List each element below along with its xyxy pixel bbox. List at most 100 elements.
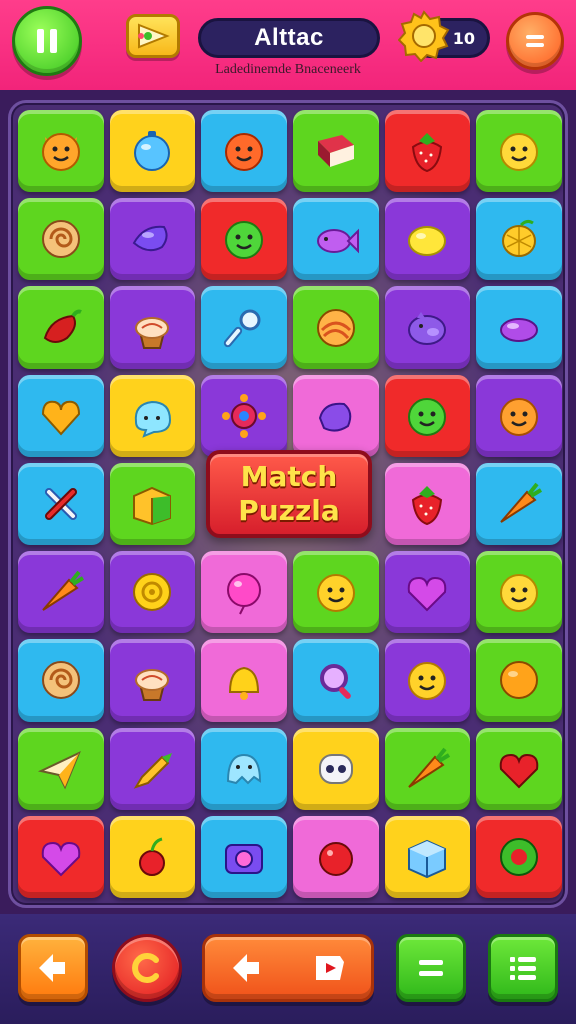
tile-green-face[interactable] bbox=[384, 374, 471, 457]
undo-button[interactable] bbox=[202, 934, 374, 1002]
heart-leaf-icon bbox=[41, 400, 80, 436]
tile-cat-face[interactable] bbox=[18, 110, 104, 193]
tile-carrot[interactable] bbox=[476, 462, 562, 546]
tile-green-face[interactable] bbox=[201, 198, 287, 281]
tile-strawberry[interactable] bbox=[384, 462, 471, 546]
tile-green-ring[interactable] bbox=[476, 815, 562, 898]
blue-ghost-icon bbox=[227, 753, 262, 785]
tile-carrot[interactable] bbox=[18, 551, 104, 634]
purple-fish-icon bbox=[316, 228, 359, 254]
banner-line-1: Match bbox=[240, 460, 338, 493]
yellow-bell-icon bbox=[229, 667, 260, 701]
tile-swirl-ball[interactable] bbox=[292, 286, 379, 369]
tile-purple-drop[interactable] bbox=[292, 374, 379, 457]
coin-ring-icon bbox=[133, 573, 172, 612]
purple-heart-icon bbox=[408, 577, 447, 612]
level-subtitle: Ladedinemde Bnaceneerk bbox=[215, 62, 361, 77]
tile-purple-gem[interactable] bbox=[109, 198, 196, 281]
tile-red-ball[interactable] bbox=[292, 815, 379, 898]
tile-purple-heart[interactable] bbox=[18, 815, 104, 898]
tile-yellow-bell[interactable] bbox=[201, 639, 287, 722]
tile-book[interactable] bbox=[292, 110, 379, 193]
tile-smiley[interactable] bbox=[476, 551, 562, 634]
equal-icon bbox=[419, 960, 443, 976]
yellow-face-icon bbox=[316, 574, 355, 613]
crossed-sticks-icon bbox=[44, 487, 77, 521]
purple-heart-icon bbox=[41, 841, 81, 877]
purple-pig-icon bbox=[408, 311, 447, 345]
strawberry-icon bbox=[412, 133, 443, 173]
tile-heart-leaf[interactable] bbox=[18, 374, 104, 457]
tile-purple-fish[interactable] bbox=[292, 198, 379, 281]
flag-icon bbox=[138, 23, 170, 49]
tile-cupcake[interactable] bbox=[109, 286, 196, 369]
tile-gift-box[interactable] bbox=[109, 462, 196, 546]
tile-camera[interactable] bbox=[201, 815, 287, 898]
pink-balloon-icon bbox=[227, 573, 262, 615]
tile-strawberry[interactable] bbox=[384, 110, 471, 193]
equal-button[interactable] bbox=[396, 934, 466, 1002]
tile-blue-orb[interactable] bbox=[109, 110, 196, 193]
cupcake-icon bbox=[135, 316, 170, 349]
restart-icon bbox=[132, 953, 159, 983]
tile-purple-candy[interactable] bbox=[476, 286, 562, 369]
tile-yellow-face[interactable] bbox=[384, 639, 471, 722]
tile-chili[interactable] bbox=[18, 286, 104, 369]
tile-swirl-bun[interactable] bbox=[18, 198, 104, 281]
swirl-ball-icon bbox=[316, 308, 355, 347]
tile-red-heart[interactable] bbox=[476, 727, 562, 810]
menu-icon bbox=[526, 35, 544, 47]
tile-crossed-sticks[interactable] bbox=[18, 462, 104, 546]
tile-key[interactable] bbox=[201, 286, 287, 369]
tile-paper-plane[interactable] bbox=[18, 727, 104, 810]
smiley-icon bbox=[500, 133, 539, 172]
tile-blue-blob[interactable] bbox=[109, 374, 196, 457]
gear-coin-icon bbox=[398, 10, 450, 62]
tile-cupcake[interactable] bbox=[109, 639, 196, 722]
carrot-icon bbox=[408, 747, 451, 788]
orange-blob-icon bbox=[225, 133, 264, 172]
magnifier-icon bbox=[319, 664, 351, 700]
book-icon bbox=[317, 135, 354, 168]
tile-magnifier[interactable] bbox=[292, 639, 379, 722]
tile-orange-ball[interactable] bbox=[476, 639, 562, 722]
tile-yellow-face[interactable] bbox=[292, 551, 379, 634]
tile-swirl-bun[interactable] bbox=[18, 639, 104, 722]
tile-lemon[interactable] bbox=[384, 198, 471, 281]
yellow-face-icon bbox=[408, 662, 447, 701]
tile-pen[interactable] bbox=[109, 727, 196, 810]
match-puzzle-banner: Match Puzzla bbox=[206, 450, 372, 538]
tile-orange-blob[interactable] bbox=[201, 110, 287, 193]
smiley-icon bbox=[500, 574, 539, 613]
purple-candy-icon bbox=[500, 317, 539, 342]
swirl-bun-icon bbox=[41, 220, 80, 259]
level-title: Alttac bbox=[198, 18, 380, 58]
tile-coin-ring[interactable] bbox=[109, 551, 196, 634]
tile-carrot[interactable] bbox=[384, 727, 471, 810]
tile-orange-face[interactable] bbox=[476, 374, 562, 457]
tile-cherry[interactable] bbox=[109, 815, 196, 898]
tile-robot-face[interactable] bbox=[292, 727, 379, 810]
tile-purple-heart[interactable] bbox=[384, 551, 471, 634]
tile-blue-ghost[interactable] bbox=[201, 727, 287, 810]
robot-face-icon bbox=[318, 753, 353, 784]
back-icon bbox=[39, 954, 65, 982]
blue-orb-icon bbox=[134, 131, 171, 172]
back-button[interactable] bbox=[18, 934, 88, 1002]
tile-citrus[interactable] bbox=[476, 198, 562, 281]
list-button[interactable] bbox=[488, 934, 558, 1002]
tile-pink-balloon[interactable] bbox=[201, 551, 287, 634]
blue-blob-icon bbox=[135, 400, 172, 438]
restart-button[interactable] bbox=[112, 934, 182, 1002]
red-ball-icon bbox=[318, 841, 353, 876]
orange-face-icon bbox=[500, 397, 539, 436]
pen-icon bbox=[134, 752, 173, 789]
paper-plane-icon bbox=[37, 750, 81, 790]
chili-icon bbox=[43, 309, 82, 343]
tile-blue-box[interactable] bbox=[384, 815, 471, 898]
tile-purple-pig[interactable] bbox=[384, 286, 471, 369]
tile-flower-gem[interactable] bbox=[201, 374, 287, 457]
tile-smiley[interactable] bbox=[476, 110, 562, 193]
flag-button[interactable] bbox=[126, 14, 180, 58]
undo-icon bbox=[232, 954, 259, 982]
